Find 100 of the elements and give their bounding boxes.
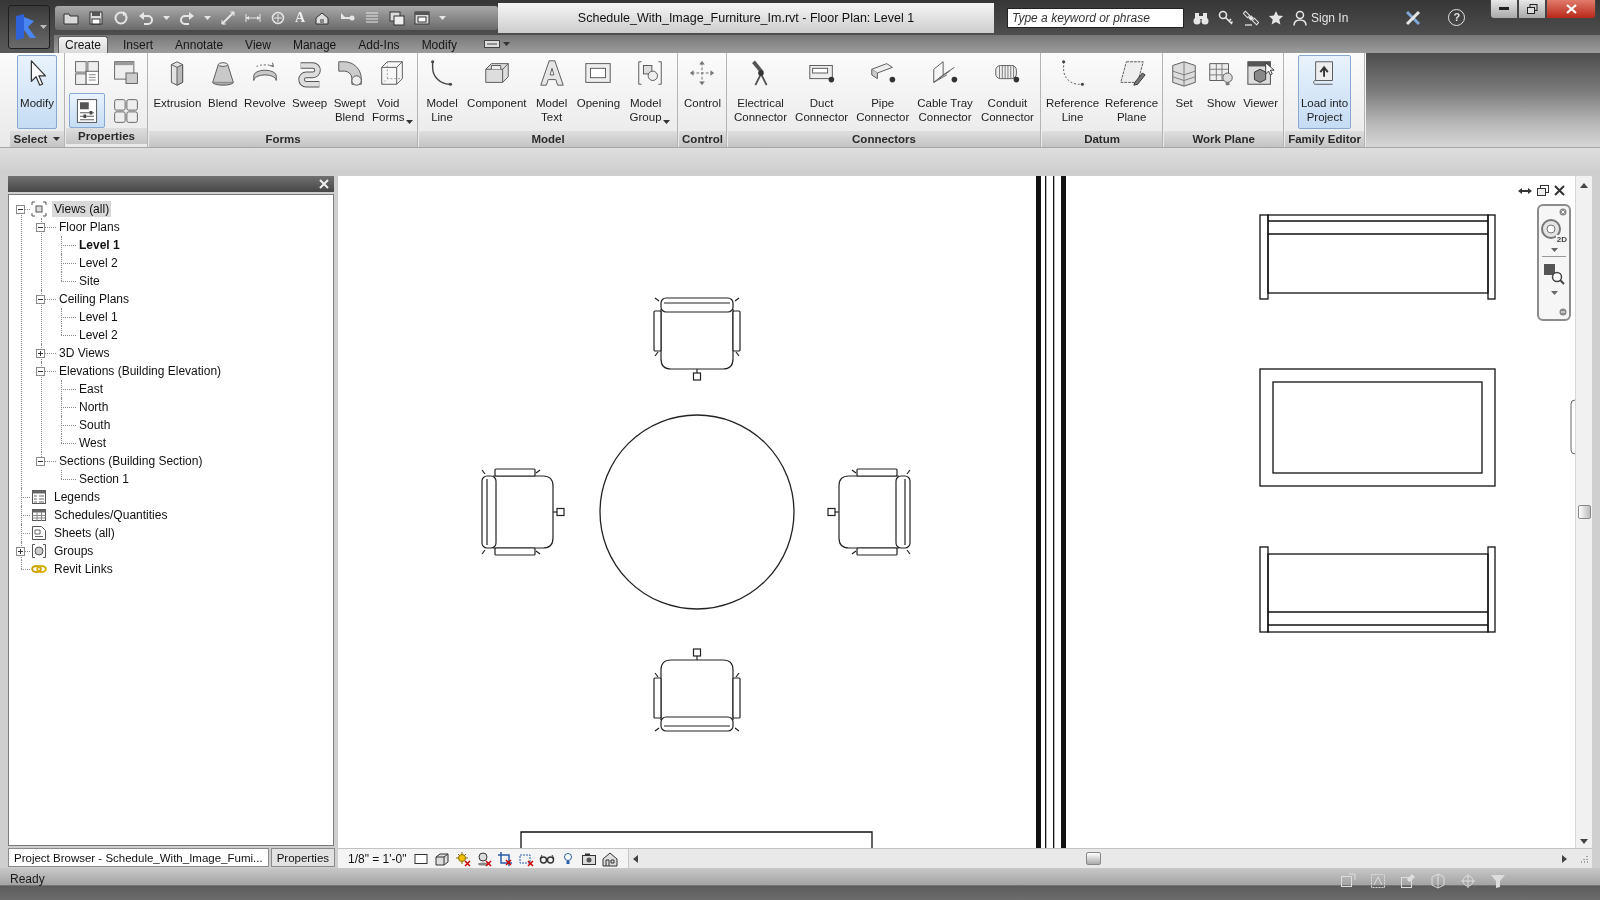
tree-item[interactable]: Level 1	[77, 237, 122, 253]
caret-icon[interactable]	[662, 120, 670, 124]
tree-item[interactable]: Elevations (Building Elevation)	[57, 363, 224, 379]
tool-button[interactable]: Electrical Connector	[731, 55, 791, 129]
restore-button[interactable]	[1518, 0, 1546, 19]
tree-toggle[interactable]	[16, 546, 25, 556]
tool-button[interactable]: Component	[464, 55, 530, 129]
caret-icon[interactable]	[53, 137, 61, 141]
steering-wheel-button[interactable]: 2D	[1540, 218, 1568, 244]
tool-button[interactable]: Void Forms	[369, 55, 416, 129]
scroll-down-icon[interactable]	[1580, 839, 1588, 844]
ribbon-tab[interactable]: Modify	[414, 36, 464, 53]
tool-button[interactable]: Opening	[573, 55, 624, 129]
caret-icon[interactable]	[405, 120, 413, 124]
scale-button[interactable]: 1/8" = 1'-0"	[338, 851, 413, 866]
restore-icon[interactable]	[1537, 185, 1549, 196]
tree-item[interactable]: Schedules/Quantities	[52, 507, 170, 523]
close-button[interactable]	[1546, 0, 1596, 19]
tree-item[interactable]: Floor Plans	[57, 219, 122, 235]
tool-button[interactable]: Sweep	[289, 55, 331, 129]
tree-item[interactable]: Ceiling Plans	[57, 291, 132, 307]
tool-button[interactable]: Show	[1203, 55, 1240, 129]
caret-icon[interactable]	[1550, 291, 1558, 295]
tree-toggle[interactable]	[36, 366, 45, 376]
tool-button[interactable]: Conduit Connector	[977, 55, 1037, 129]
dashed-triangle-icon[interactable]	[1370, 873, 1386, 889]
tool-button[interactable]: Model Text	[532, 55, 571, 129]
tree-item[interactable]: Views (all)	[52, 201, 112, 217]
panel-tab[interactable]: Properties	[270, 848, 336, 867]
scroll-right-icon[interactable]	[1562, 854, 1567, 863]
sun-icon[interactable]	[454, 850, 471, 867]
key-icon[interactable]	[1218, 9, 1234, 26]
tool-button[interactable]: Reference Line	[1043, 55, 1103, 129]
tree-item[interactable]: Section 1	[77, 471, 132, 487]
tree-item[interactable]: East	[77, 381, 105, 397]
panel-dropdown[interactable]: Select	[10, 131, 64, 147]
panel-tab[interactable]: Project Browser - Schedule_With_Image_Fumi...	[8, 848, 269, 867]
crop-icon[interactable]	[496, 850, 513, 867]
close-icon[interactable]	[1554, 185, 1565, 196]
tree-item[interactable]: Revit Links	[52, 561, 115, 577]
tree-item[interactable]: Level 2	[77, 255, 120, 271]
tree-item[interactable]: 3D Views	[57, 345, 112, 361]
save-icon[interactable]	[88, 9, 104, 26]
tool-button[interactable]: Extrusion	[150, 55, 205, 129]
scroll-left-icon[interactable]	[632, 854, 638, 863]
tree-toggle[interactable]	[36, 222, 45, 232]
tool-button[interactable]: Pipe Connector	[853, 55, 913, 129]
sign-in-button[interactable]: Sign In	[1293, 9, 1349, 26]
undo-icon[interactable]	[138, 9, 154, 26]
scroll-thumb[interactable]	[1577, 505, 1591, 519]
double-arrow-icon[interactable]	[1518, 186, 1532, 195]
tree-item[interactable]: West	[77, 435, 109, 451]
tool-button[interactable]: Swept Blend	[330, 55, 369, 129]
tool-button[interactable]: Control	[680, 55, 725, 129]
tree-item[interactable]: Legends	[52, 489, 103, 505]
window-icon[interactable]	[414, 9, 431, 26]
diagonal-arrow-icon[interactable]	[220, 9, 236, 26]
ribbon-tab[interactable]: View	[238, 36, 278, 53]
stacked-windows-icon[interactable]	[389, 9, 406, 26]
tool-button[interactable]: Blend	[204, 55, 241, 129]
tool-button[interactable]: Load into Project	[1297, 55, 1352, 129]
satellite-icon[interactable]	[1243, 9, 1259, 26]
redo-icon[interactable]	[179, 9, 195, 26]
ball-shadow-icon[interactable]	[475, 850, 492, 867]
star-icon[interactable]	[1268, 9, 1284, 26]
circle-cross-icon[interactable]	[270, 9, 286, 26]
funnel-icon[interactable]	[1490, 873, 1506, 889]
tree-toggle[interactable]	[16, 204, 25, 214]
tree-item[interactable]: North	[77, 399, 111, 415]
cross-icon[interactable]	[1405, 9, 1422, 26]
tool-button[interactable]: Cable Tray Connector	[914, 55, 976, 129]
ribbon-tab[interactable]: Insert	[116, 36, 161, 53]
caret-icon[interactable]	[1550, 248, 1558, 252]
minimize-button[interactable]	[1490, 0, 1518, 19]
tool-button[interactable]: Viewer	[1240, 55, 1282, 129]
square-pin-icon[interactable]	[1400, 873, 1416, 889]
tool-button[interactable]: Reference Plane	[1102, 55, 1162, 129]
tree-item[interactable]: Groups	[52, 543, 96, 559]
zoom-icon[interactable]	[1543, 263, 1565, 285]
icon-button[interactable]	[69, 93, 105, 128]
tree-toggle[interactable]	[36, 348, 45, 358]
tool-button[interactable]: Duct Connector	[792, 55, 852, 129]
ribbon-toggle-icon[interactable]	[483, 39, 510, 49]
ribbon-tab[interactable]: Manage	[285, 36, 344, 53]
scroll-up-icon[interactable]	[1580, 183, 1588, 188]
scroll-thumb[interactable]	[1085, 852, 1101, 865]
tree-toggle[interactable]	[36, 456, 45, 466]
ribbon-tab[interactable]: Annotate	[168, 36, 231, 53]
hexagon-icon[interactable]	[1430, 873, 1446, 889]
house-icon[interactable]	[601, 850, 618, 867]
tree-item[interactable]: Sheets (all)	[52, 525, 117, 541]
square-corner-icon[interactable]	[1340, 873, 1356, 889]
tree-item[interactable]: Level 1	[77, 309, 120, 325]
cube-icon[interactable]	[433, 850, 450, 867]
tool-button[interactable]: Set	[1166, 55, 1203, 129]
search-field[interactable]: Type a keyword or phrase	[1007, 7, 1184, 28]
minus-circle-icon[interactable]	[1559, 308, 1567, 316]
tree-item[interactable]: Site	[77, 273, 102, 289]
tool-button[interactable]: Model Group	[626, 55, 673, 129]
crosshair-icon[interactable]	[1460, 873, 1476, 889]
